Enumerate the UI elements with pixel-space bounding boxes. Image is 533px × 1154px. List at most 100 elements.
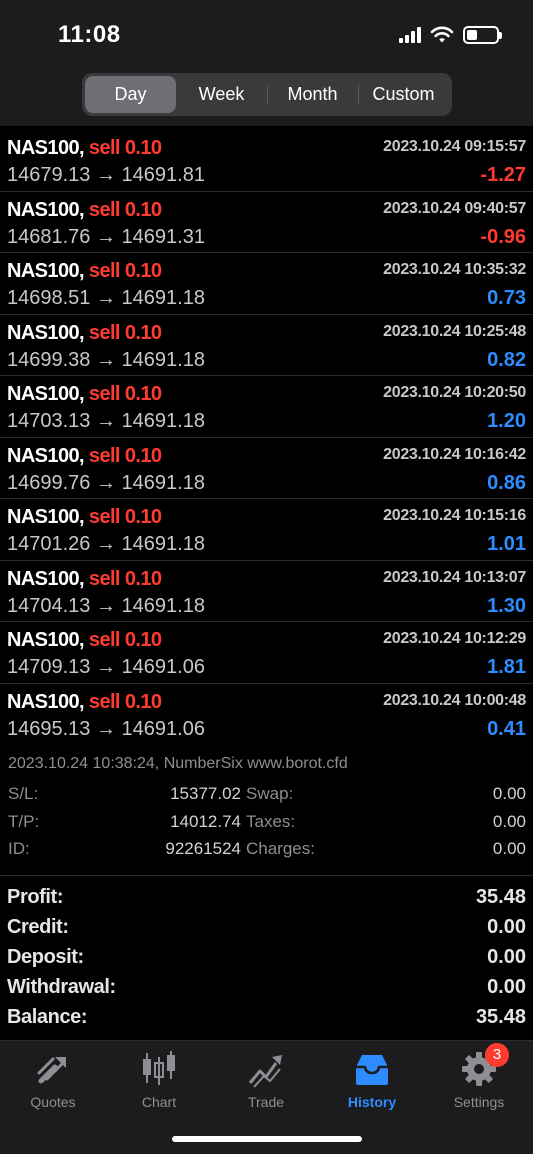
tab-settings[interactable]: 3 Settings <box>426 1043 532 1110</box>
trade-row[interactable]: NAS100, sell 0.10 2023.10.24 10:20:50 14… <box>0 376 533 438</box>
trade-side: sell 0.10 <box>88 321 162 344</box>
trade-row[interactable]: NAS100, sell 0.10 2023.10.24 10:12:29 14… <box>0 622 533 684</box>
tab-week[interactable]: Week <box>176 76 267 113</box>
trade-symbol: NAS100, <box>7 198 85 221</box>
status-time: 11:08 <box>58 21 121 48</box>
trade-time: 2023.10.24 10:35:32 <box>383 261 526 278</box>
trade-time: 2023.10.24 10:15:16 <box>383 507 526 524</box>
signal-icon <box>399 27 421 43</box>
trade-time: 2023.10.24 10:25:48 <box>383 322 526 340</box>
period-segmented-control: Day Week Month Custom <box>82 73 452 116</box>
trade-prices: 14679.13 → 14691.81 <box>7 164 205 186</box>
trade-prices: 14703.13 → 14691.18 <box>7 410 205 432</box>
wifi-icon <box>430 26 454 43</box>
tab-label: History <box>347 1094 397 1110</box>
battery-icon <box>463 26 502 44</box>
sl-label: S/L: <box>8 784 39 803</box>
trade-row[interactable]: NAS100, sell 0.10 2023.10.24 10:15:16 14… <box>0 499 533 561</box>
summary-row-balance: Balance: 35.48 <box>0 1002 533 1032</box>
summary-label: Credit: <box>7 916 69 938</box>
tab-history[interactable]: History <box>319 1049 425 1110</box>
tp-value: 14012.74 <box>170 811 241 831</box>
summary-row-deposit: Deposit: 0.00 <box>0 942 533 972</box>
tab-chart[interactable]: Chart <box>106 1049 212 1110</box>
trade-row[interactable]: NAS100, sell 0.10 2023.10.24 10:13:07 14… <box>0 561 533 622</box>
trade-profit: -0.96 <box>480 225 526 248</box>
detail-row: T/P: 14012.74 Taxes: 0.00 <box>8 812 526 840</box>
trade-side: sell 0.10 <box>88 690 162 713</box>
trade-prices: 14695.13 → 14691.06 <box>7 717 205 740</box>
tab-label: Trade <box>247 1094 285 1110</box>
detail-header: 2023.10.24 10:38:24, NumberSix www.borot… <box>8 755 348 772</box>
chart-candles-icon <box>139 1049 179 1089</box>
account-summary: Profit: 35.48 Credit: 0.00 Deposit: 0.00… <box>0 882 533 1032</box>
trade-symbol: NAS100, <box>7 506 85 528</box>
summary-label: Deposit: <box>7 946 84 968</box>
trade-symbol: NAS100, <box>7 629 85 651</box>
trade-symbol: NAS100, <box>7 260 85 282</box>
trade-side: sell 0.10 <box>88 444 162 467</box>
trade-time: 2023.10.24 09:15:57 <box>383 138 526 155</box>
trade-prices: 14709.13 → 14691.06 <box>7 656 205 678</box>
tab-label: Settings <box>453 1094 505 1110</box>
trade-row[interactable]: NAS100, sell 0.10 2023.10.24 09:40:57 14… <box>0 192 533 253</box>
sl-value: 15377.02 <box>170 784 241 803</box>
tab-label: Chart <box>141 1094 177 1110</box>
trade-symbol: NAS100, <box>7 444 85 467</box>
trade-side: sell 0.10 <box>88 629 162 651</box>
trade-row[interactable]: NAS100, sell 0.10 2023.10.24 10:25:48 14… <box>0 315 533 376</box>
trade-profit: 1.01 <box>487 533 526 555</box>
trade-side: sell 0.10 <box>88 506 162 528</box>
trade-row[interactable]: NAS100, sell 0.10 2023.10.24 09:15:57 14… <box>0 130 533 192</box>
tab-trade[interactable]: Trade <box>213 1049 319 1110</box>
tp-label: T/P: <box>8 811 40 831</box>
taxes-label: Taxes: <box>246 811 296 831</box>
trade-symbol: NAS100, <box>7 690 85 713</box>
summary-value: 35.48 <box>475 1006 526 1028</box>
tab-month[interactable]: Month <box>267 76 358 113</box>
trade-time: 2023.10.24 10:20:50 <box>383 384 526 401</box>
trade-prices: 14704.13 → 14691.18 <box>7 594 205 617</box>
summary-label: Profit: <box>7 886 64 908</box>
taxes-value: 0.00 <box>492 811 526 831</box>
trade-symbol: NAS100, <box>7 383 85 405</box>
summary-value: 0.00 <box>487 916 526 938</box>
trade-row[interactable]: NAS100, sell 0.10 2023.10.24 10:16:42 14… <box>0 438 533 499</box>
id-value: 92261524 <box>165 839 241 858</box>
trade-history-list: NAS100, sell 0.10 2023.10.24 09:15:57 14… <box>0 130 533 745</box>
top-bar: 11:08 Day Week Month Custom <box>0 0 533 126</box>
trade-profit: 0.82 <box>487 348 526 371</box>
summary-value: 35.48 <box>475 886 526 908</box>
summary-value: 0.00 <box>487 946 526 968</box>
tab-quotes[interactable]: Quotes <box>0 1049 106 1110</box>
trade-row[interactable]: NAS100, sell 0.10 2023.10.24 10:35:32 14… <box>0 253 533 315</box>
trade-detail-panel: 2023.10.24 10:38:24, NumberSix www.borot… <box>0 746 533 876</box>
trade-side: sell 0.10 <box>88 260 162 282</box>
tab-day[interactable]: Day <box>85 76 176 113</box>
trade-profit: 1.30 <box>487 594 526 617</box>
summary-label: Balance: <box>7 1006 88 1028</box>
trade-profit: 0.41 <box>487 717 526 740</box>
trade-profit: -1.27 <box>480 164 526 186</box>
tab-custom[interactable]: Custom <box>358 76 449 113</box>
detail-row: S/L: 15377.02 Swap: 0.00 <box>8 784 526 812</box>
summary-label: Withdrawal: <box>7 976 116 998</box>
trade-profit: 0.86 <box>487 471 526 494</box>
trade-prices: 14699.76 → 14691.18 <box>7 471 205 494</box>
trade-side: sell 0.10 <box>88 383 162 405</box>
notification-badge: 3 <box>485 1043 509 1067</box>
trade-prices: 14699.38 → 14691.18 <box>7 348 205 371</box>
quotes-icon <box>33 1049 73 1089</box>
charges-value: 0.00 <box>492 839 526 858</box>
trade-time: 2023.10.24 10:13:07 <box>383 568 526 586</box>
trade-profit: 0.73 <box>487 287 526 309</box>
summary-row-credit: Credit: 0.00 <box>0 912 533 942</box>
trade-side: sell 0.10 <box>88 137 162 159</box>
tab-label: Quotes <box>30 1094 76 1110</box>
trade-symbol: NAS100, <box>7 321 85 344</box>
trade-profit: 1.20 <box>487 410 526 432</box>
trade-row-expanded[interactable]: NAS100, sell 0.10 2023.10.24 10:00:48 14… <box>0 684 533 746</box>
detail-grid: S/L: 15377.02 Swap: 0.00 T/P: 14012.74 T… <box>8 784 526 867</box>
charges-label: Charges: <box>246 839 315 858</box>
trade-prices: 14701.26 → 14691.18 <box>7 533 205 555</box>
